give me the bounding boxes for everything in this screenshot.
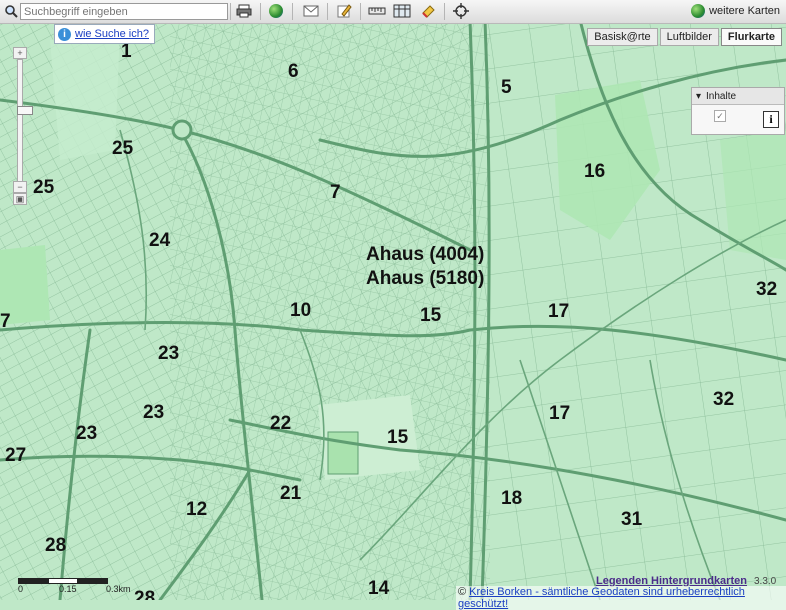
zoom-in-button[interactable]: +	[13, 47, 27, 59]
search-help-link[interactable]: wie Suche ich?	[75, 28, 149, 40]
scale-label-end: 0.3km	[106, 584, 131, 594]
parcel-number-label: 32	[756, 279, 777, 300]
measure-icon[interactable]	[367, 2, 387, 20]
mail-icon[interactable]	[301, 2, 321, 20]
parcel-number-label: 24	[149, 230, 171, 251]
parcel-number-label: 27	[5, 445, 26, 466]
parcel-number-label: 6	[288, 61, 299, 82]
parcel-number-label: 14	[368, 578, 390, 599]
tab-flurkarte[interactable]: Flurkarte	[720, 28, 782, 46]
parcel-number-label: 17	[549, 403, 570, 424]
info-icon[interactable]: i	[763, 111, 779, 128]
scale-label-mid: 0.15	[59, 584, 77, 594]
parcel-number-label: 32	[713, 389, 734, 410]
globe-icon[interactable]	[266, 2, 286, 20]
tab-luftbilder[interactable]: Luftbilder	[659, 28, 719, 46]
toolbar: weitere Karten	[0, 0, 786, 24]
parcel-number-label: 21	[280, 483, 302, 504]
print-icon[interactable]	[234, 2, 254, 20]
parcel-number-label: 23	[76, 423, 97, 444]
zoom-out-button[interactable]: −	[13, 181, 27, 193]
globe-icon	[691, 4, 706, 18]
scale-bar: 0 0.15 0.3km	[18, 578, 143, 596]
parcel-number-label: 7	[0, 311, 11, 332]
parcel-number-label: 31	[621, 509, 643, 530]
parcel-number-label: 22	[270, 413, 291, 434]
district-label-4004: Ahaus (4004)	[366, 244, 484, 265]
parcel-number-label: 23	[158, 343, 179, 364]
parcel-number-label: 10	[290, 300, 311, 321]
parcel-number-label: 12	[186, 499, 207, 520]
parcel-number-label: 28	[45, 535, 66, 556]
info-icon: i	[58, 27, 71, 41]
parcel-number-label: 23	[143, 402, 164, 423]
more-maps-button[interactable]: weitere Karten	[691, 4, 780, 18]
parcel-number-label: 7	[330, 182, 341, 203]
parcel-number-label: 15	[420, 305, 442, 326]
eraser-icon[interactable]	[418, 2, 438, 20]
search-icon[interactable]	[1, 2, 21, 20]
parcel-number-label: 1	[121, 41, 132, 62]
search-help-tip: i wie Suche ich?	[54, 24, 155, 44]
cadastral-map[interactable]: 165251672524321710 157233223 172223 152721 1…	[0, 0, 786, 600]
tab-basiskarte[interactable]: Basisk@rte	[587, 28, 658, 46]
parcel-number-label: 5	[501, 77, 512, 98]
parcel-number-label: 15	[387, 427, 409, 448]
zoom-extent-icon[interactable]: ▣	[13, 193, 27, 205]
base-map-tabs: Basisk@rte Luftbilder Flurkarte	[587, 28, 782, 46]
contents-panel-title: Inhalte	[706, 90, 737, 102]
search-input[interactable]	[20, 3, 228, 20]
zoom-slider[interactable]	[17, 59, 33, 191]
parcel-number-label: 25	[112, 138, 134, 159]
contents-panel: ▾ Inhalte ✓ i	[691, 87, 785, 135]
copyright-notice: © Kreis Borken - sämtliche Geodaten sind…	[456, 586, 786, 610]
edit-icon[interactable]	[334, 2, 354, 20]
parcel-number-label: 25	[33, 177, 55, 198]
copyright-link[interactable]: Kreis Borken - sämtliche Geodaten sind u…	[458, 586, 745, 610]
parcel-number-label: 16	[584, 161, 605, 182]
map-icon[interactable]	[392, 2, 412, 20]
contents-panel-header[interactable]: ▾ Inhalte	[692, 88, 784, 105]
scale-label-0: 0	[18, 584, 24, 594]
crosshair-icon[interactable]	[451, 2, 471, 20]
zoom-control: + − ▣	[13, 45, 33, 205]
more-maps-label: weitere Karten	[709, 5, 780, 17]
layer-checkbox[interactable]: ✓	[714, 110, 726, 122]
zoom-slider-handle[interactable]	[17, 106, 33, 115]
triangle-down-icon: ▾	[696, 90, 702, 102]
copyright-symbol: ©	[458, 586, 467, 598]
parcel-number-label: 18	[501, 488, 522, 509]
parcel-number-label: 17	[548, 301, 569, 322]
district-label-5180: Ahaus (5180)	[366, 268, 484, 289]
